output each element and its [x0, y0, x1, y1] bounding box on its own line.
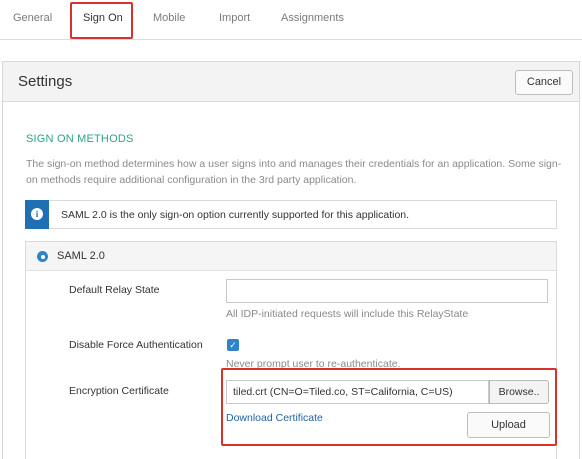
info-icon: i [31, 208, 43, 220]
sign-on-tab-highlight [70, 2, 133, 39]
certificate-highlight [221, 368, 557, 446]
section-title: SIGN ON METHODS [26, 133, 134, 145]
relay-state-hint: All IDP-initiated requests will include … [226, 308, 469, 320]
settings-panel: Settings Cancel SIGN ON METHODS The sign… [2, 61, 580, 459]
method-header[interactable]: SAML 2.0 [26, 242, 556, 271]
cancel-button[interactable]: Cancel [515, 70, 573, 95]
info-banner: i SAML 2.0 is the only sign-on option cu… [25, 200, 557, 229]
info-text: SAML 2.0 is the only sign-on option curr… [61, 209, 410, 221]
settings-header: Settings Cancel [3, 62, 579, 102]
tab-assignments[interactable]: Assignments [281, 12, 344, 24]
tab-import[interactable]: Import [219, 12, 250, 24]
app-tabs: General Sign On Mobile Import Assignment… [0, 0, 582, 40]
page-title: Settings [18, 73, 73, 90]
saml-radio[interactable] [37, 251, 48, 262]
tab-mobile[interactable]: Mobile [153, 12, 185, 24]
force-auth-label: Disable Force Authentication [69, 339, 203, 351]
force-auth-checkbox[interactable]: ✓ [227, 339, 239, 351]
relay-state-input[interactable] [226, 279, 548, 303]
tab-general[interactable]: General [13, 12, 52, 24]
section-description: The sign-on method determines how a user… [26, 158, 562, 186]
encryption-cert-label: Encryption Certificate [69, 385, 169, 397]
sign-on-method: SAML 2.0 Default Relay State All IDP-ini… [25, 241, 557, 459]
info-icon-strip: i [25, 200, 49, 229]
method-label: SAML 2.0 [57, 250, 105, 262]
relay-state-label: Default Relay State [69, 284, 160, 296]
